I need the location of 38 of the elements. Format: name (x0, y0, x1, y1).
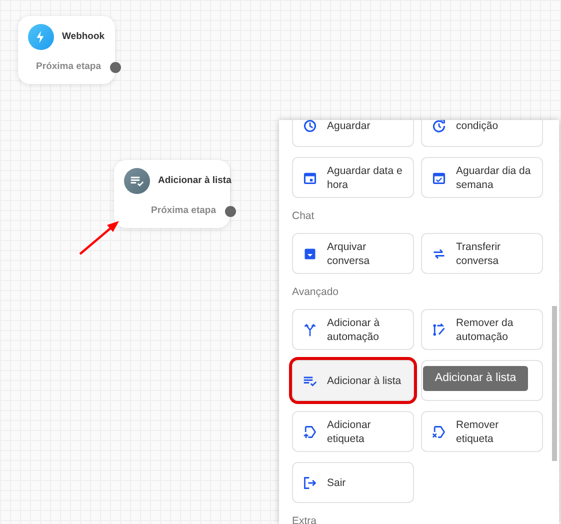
action-card[interactable]: Adicionar etiqueta (292, 411, 414, 452)
section-title: Extra (292, 514, 318, 524)
tag-plus-icon (303, 424, 317, 438)
exit-icon (303, 476, 317, 490)
action-card[interactable]: Remover etiqueta (421, 411, 543, 452)
archive-icon (303, 246, 317, 260)
connector-handle[interactable] (110, 62, 121, 73)
tooltip: Adicionar à lista (423, 366, 528, 391)
action-card[interactable]: Sair (292, 462, 414, 503)
section-title: Chat (292, 209, 316, 224)
connector-handle[interactable] (225, 206, 236, 217)
action-card[interactable]: condição (421, 120, 543, 147)
calendar-check-icon (432, 170, 446, 184)
tag-remove-icon (432, 424, 446, 438)
scrollbar-thumb[interactable] (552, 306, 557, 461)
flow-node[interactable]: Adicionar à lista Próxima etapa (114, 160, 230, 228)
action-card[interactable]: Adicionar à lista (292, 360, 414, 401)
clock-refresh-icon (432, 120, 446, 133)
action-card[interactable]: Aguardar (292, 120, 414, 147)
swap-arrows-icon (432, 246, 446, 260)
calendar-icon (303, 170, 317, 184)
action-card[interactable]: Aguardar dia da semana (421, 157, 543, 198)
node-title: Adicionar à lista (158, 174, 232, 188)
node-title: Webhook (62, 30, 105, 44)
output-label: Próxima etapa (35, 60, 102, 74)
route-edit-icon (432, 322, 446, 336)
action-card[interactable]: Arquivar conversa (292, 233, 414, 274)
action-card[interactable]: Transferir conversa (421, 233, 543, 274)
output-label: Próxima etapa (150, 204, 218, 218)
flow-node[interactable]: Webhook Próxima etapa (18, 16, 115, 84)
clock-icon (303, 120, 317, 133)
annotation-arrow (79, 221, 119, 255)
action-card[interactable]: Aguardar data e hora (292, 157, 414, 198)
section-title: Avançado (292, 285, 340, 300)
action-card[interactable]: Adicionar à automação (292, 309, 414, 350)
fork-arrows-icon (303, 322, 317, 336)
action-card[interactable]: Remover da automação (421, 309, 543, 350)
list-check-icon (130, 174, 144, 188)
